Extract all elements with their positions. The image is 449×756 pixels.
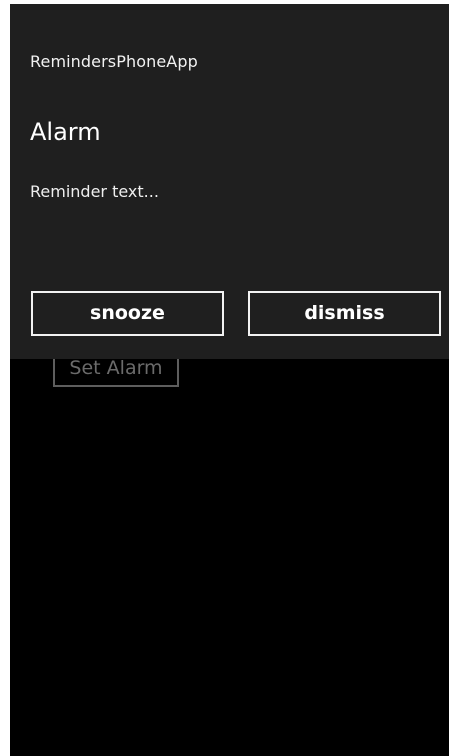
app-name: RemindersPhoneApp bbox=[30, 52, 198, 71]
alarm-reminder-panel: RemindersPhoneApp Alarm Reminder text...… bbox=[10, 4, 449, 359]
phone-screen: Set Alarm RemindersPhoneApp Alarm Remind… bbox=[10, 4, 449, 756]
snooze-button[interactable]: snooze bbox=[31, 291, 224, 336]
dismiss-button[interactable]: dismiss bbox=[248, 291, 441, 336]
alarm-title: Alarm bbox=[30, 118, 101, 146]
reminder-text: Reminder text... bbox=[30, 182, 159, 201]
